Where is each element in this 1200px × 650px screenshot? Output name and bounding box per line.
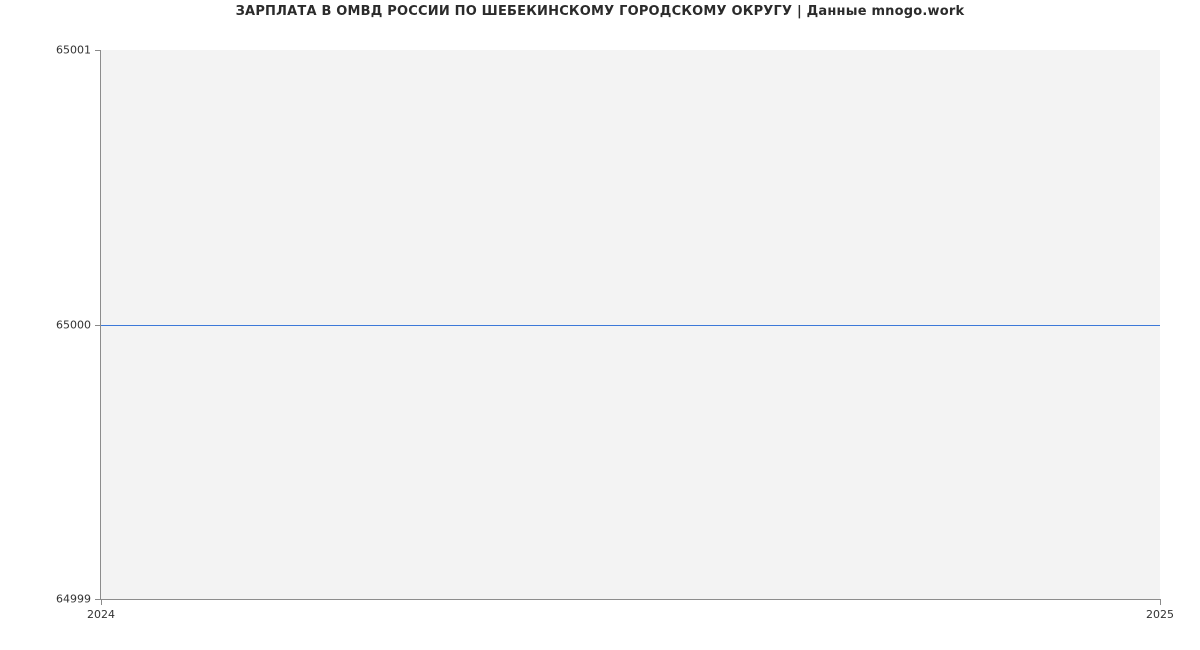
chart-title: ЗАРПЛАТА В ОМВД РОССИИ ПО ШЕБЕКИНСКОМУ Г… [0,4,1200,19]
x-tick-label: 2024 [87,608,115,621]
y-tick-label: 64999 [51,593,91,606]
x-tick [1160,599,1161,605]
chart-container: ЗАРПЛАТА В ОМВД РОССИИ ПО ШЕБЕКИНСКОМУ Г… [0,0,1200,650]
x-tick [101,599,102,605]
plot-area: 64999 65000 65001 2024 2025 [100,50,1160,600]
y-tick [95,50,101,51]
y-tick-label: 65000 [51,318,91,331]
y-tick-label: 65001 [51,44,91,57]
series-line-salary [101,325,1160,326]
x-tick-label: 2025 [1146,608,1174,621]
